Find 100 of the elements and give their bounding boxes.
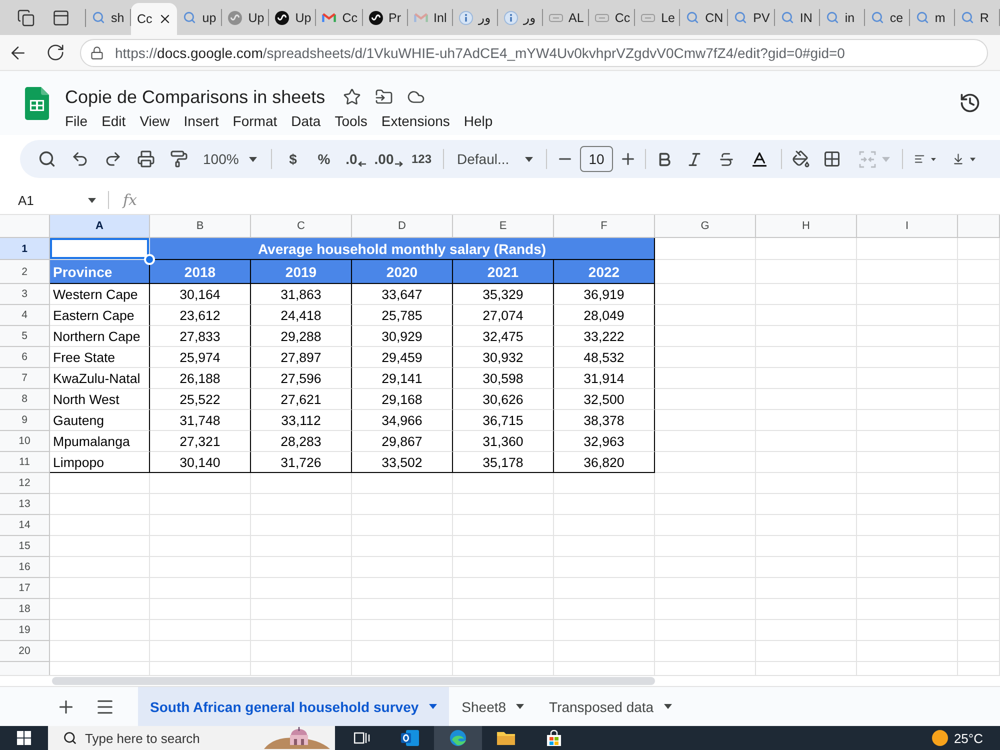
- row-header[interactable]: 16: [0, 557, 50, 578]
- row-header[interactable]: 7: [0, 368, 50, 389]
- window-logo-icon[interactable]: [17, 731, 31, 745]
- column-header[interactable]: B: [150, 215, 251, 238]
- mail-app-icon: [401, 730, 419, 746]
- reload-icon[interactable]: [46, 43, 64, 62]
- column-header[interactable]: C: [251, 215, 352, 238]
- currency-format-button[interactable]: $: [278, 145, 308, 173]
- row-header[interactable]: 2: [0, 260, 50, 284]
- cloud-icon[interactable]: [407, 88, 426, 106]
- browser-tab[interactable]: ور: [452, 0, 498, 35]
- browser-tab[interactable]: R: [954, 0, 1000, 35]
- browser-tab[interactable]: sh: [86, 0, 131, 35]
- browser-tab[interactable]: Up: [269, 0, 316, 35]
- sheet-tab[interactable]: South African general household survey: [138, 687, 449, 726]
- column-header[interactable]: F: [554, 215, 655, 238]
- row-header[interactable]: 10: [0, 431, 50, 452]
- number-format-button[interactable]: 123: [405, 145, 438, 173]
- plus-icon[interactable]: [619, 150, 637, 168]
- browser-tab[interactable]: Cc: [131, 3, 178, 35]
- menu-item[interactable]: Insert: [176, 113, 226, 129]
- menu-item[interactable]: Data: [284, 113, 328, 129]
- menu-item[interactable]: File: [58, 113, 95, 129]
- column-header[interactable]: E: [453, 215, 554, 238]
- row-header[interactable]: 6: [0, 347, 50, 368]
- browser-tab[interactable]: ور: [498, 0, 543, 35]
- row-header[interactable]: 14: [0, 515, 50, 536]
- name-box[interactable]: A1: [0, 186, 102, 214]
- column-header[interactable]: I: [857, 215, 958, 238]
- menu-item[interactable]: Format: [226, 113, 284, 129]
- strikethrough-icon[interactable]: [718, 150, 735, 168]
- row-header[interactable]: 8: [0, 389, 50, 410]
- scrollbar-thumb[interactable]: [52, 677, 655, 685]
- column-header[interactable]: H: [756, 215, 857, 238]
- paint-bucket-icon[interactable]: [792, 150, 810, 168]
- undo-icon[interactable]: [70, 150, 88, 168]
- cell-selection[interactable]: [50, 238, 150, 260]
- browser-tab[interactable]: CN: [680, 0, 728, 35]
- province-name: North West: [50, 389, 150, 410]
- browser-tab[interactable]: Cc: [588, 0, 636, 35]
- temperature-label[interactable]: 25°C: [954, 730, 983, 746]
- percent-format-button[interactable]: %: [308, 145, 340, 173]
- document-title[interactable]: Copie de Comparisons in sheets: [65, 86, 326, 108]
- browser-tab[interactable]: up: [177, 0, 222, 35]
- menu-item[interactable]: Tools: [328, 113, 374, 129]
- browser-tab[interactable]: ce: [864, 0, 910, 35]
- browser-tab[interactable]: Cc: [316, 0, 363, 35]
- folder-arrow-icon[interactable]: [375, 88, 394, 106]
- search-box[interactable]: Type here to search: [48, 726, 335, 750]
- history-icon[interactable]: [959, 92, 981, 114]
- row-header[interactable]: 3: [0, 284, 50, 305]
- column-header[interactable]: A: [50, 215, 150, 238]
- row-header[interactable]: 19: [0, 620, 50, 641]
- row-header[interactable]: 15: [0, 536, 50, 557]
- browser-tab[interactable]: Up: [222, 0, 270, 35]
- address-field[interactable]: https://docs.google.com/spreadsheets/d/1VkuWHIE-uh7AdCE4_mYW4Uv0kvhprVZgdvV0Cmw7fZ4/edit?gid=0#gid=0: [80, 38, 988, 66]
- increase-decimal-button[interactable]: .00: [372, 145, 405, 173]
- font-select[interactable]: Defaul...: [449, 145, 541, 173]
- browser-tab[interactable]: in: [820, 0, 865, 35]
- zoom-select[interactable]: 100%: [195, 145, 265, 173]
- lock-icon[interactable]: [90, 46, 104, 60]
- sheet-tab[interactable]: Sheet8: [448, 687, 536, 726]
- row-header[interactable]: 9: [0, 410, 50, 431]
- borders-icon[interactable]: [823, 150, 841, 168]
- menu-item[interactable]: Edit: [94, 113, 133, 129]
- sheet-tab[interactable]: Transposed data: [536, 687, 684, 726]
- browser-tab[interactable]: IN: [774, 0, 820, 35]
- row-header[interactable]: 4: [0, 305, 50, 326]
- paint-roller-icon[interactable]: [170, 150, 188, 168]
- search-icon[interactable]: [38, 150, 56, 168]
- row-header[interactable]: 13: [0, 494, 50, 515]
- row-header[interactable]: 1: [0, 238, 50, 260]
- font-size-field[interactable]: 10: [580, 146, 613, 172]
- decrease-decimal-button[interactable]: .0: [340, 145, 372, 173]
- browser-tab[interactable]: PV: [728, 0, 775, 35]
- browser-tab[interactable]: Inl: [408, 0, 453, 35]
- search-input[interactable]: Type here to search: [85, 728, 256, 748]
- star-icon[interactable]: [343, 88, 362, 106]
- window-panel-icon[interactable]: [52, 8, 70, 26]
- text-color-icon[interactable]: [750, 150, 769, 168]
- menu-item[interactable]: Help: [456, 113, 500, 129]
- row-header[interactable]: 11: [0, 452, 50, 473]
- print-icon[interactable]: [136, 150, 154, 168]
- menu-item[interactable]: View: [132, 113, 177, 129]
- menu-item[interactable]: Extensions: [374, 113, 457, 129]
- row-header[interactable]: 18: [0, 599, 50, 620]
- stacked-squares-icon[interactable]: [16, 8, 34, 26]
- spreadsheet-logo-icon[interactable]: [25, 87, 49, 120]
- browser-tab[interactable]: AL: [542, 0, 589, 35]
- sun-icon[interactable]: [932, 730, 948, 746]
- row-header[interactable]: 17: [0, 578, 50, 599]
- redo-icon[interactable]: [104, 150, 122, 168]
- column-header[interactable]: G: [655, 215, 756, 238]
- browser-tab[interactable]: Le: [635, 0, 680, 35]
- column-header[interactable]: D: [352, 215, 453, 238]
- browser-tab[interactable]: Pr: [362, 0, 408, 35]
- row-header[interactable]: 20: [0, 641, 50, 662]
- row-header[interactable]: 12: [0, 473, 50, 494]
- row-header[interactable]: 5: [0, 326, 50, 347]
- browser-tab[interactable]: m: [910, 0, 955, 35]
